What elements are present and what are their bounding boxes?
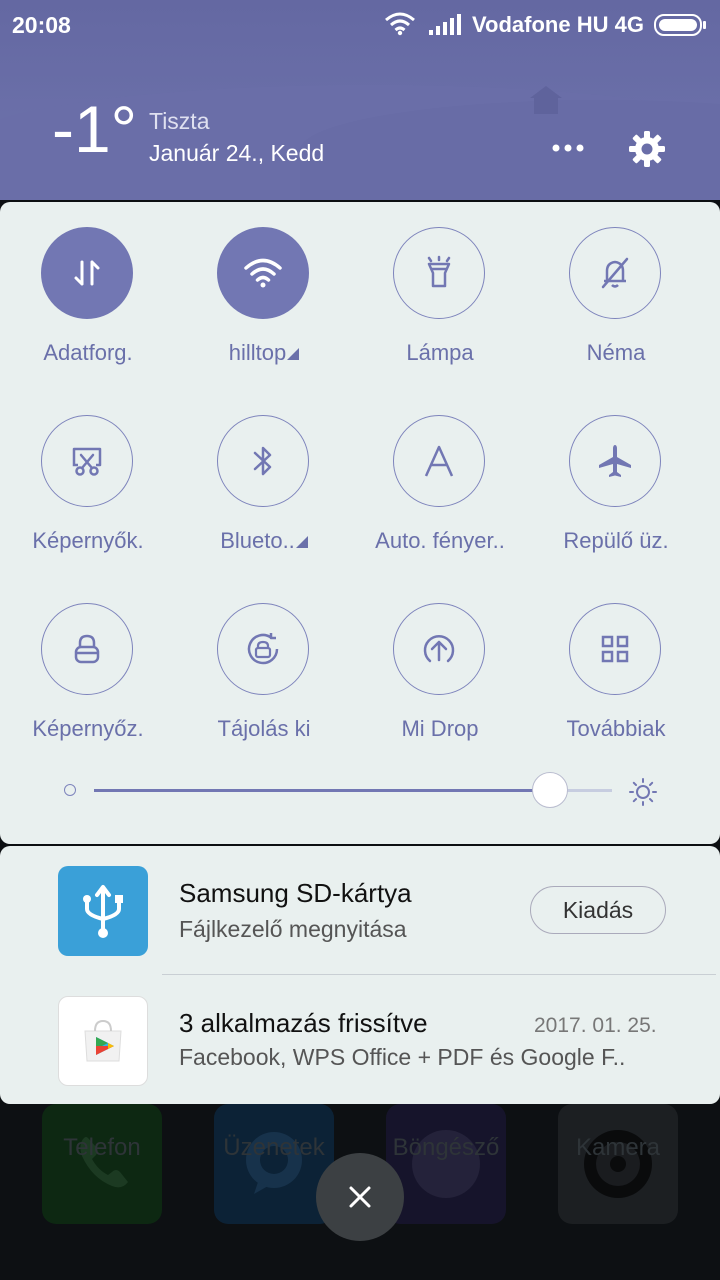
tile-rotation-lock[interactable]: Tájolás ki <box>176 578 352 748</box>
screenshot-icon <box>72 447 102 476</box>
tile-label: Lámpa <box>406 340 474 365</box>
brightness-slider-thumb[interactable] <box>531 772 568 808</box>
tile-label-text: hilltop <box>228 340 287 365</box>
tile-label: Továbbiak <box>566 716 666 741</box>
tile-mobile-data[interactable]: Adatforg. <box>0 202 176 372</box>
tile-bluetooth[interactable]: Blueto.. <box>176 390 352 560</box>
wifi-icon <box>244 258 282 288</box>
quick-settings-panel: Adatforg. hilltop Lámpa Néma Képernyők. … <box>0 202 720 844</box>
status-bar: 20:08 Vodafone HU 4G <box>0 0 720 50</box>
tile-circle[interactable] <box>569 603 661 695</box>
play-store-icon <box>58 996 148 1086</box>
tile-more[interactable]: Továbbiak <box>528 578 704 748</box>
mi-drop-icon <box>423 635 455 663</box>
tile-circle[interactable] <box>217 603 309 695</box>
tile-wifi[interactable]: hilltop <box>176 202 352 372</box>
tile-circle[interactable] <box>41 227 133 319</box>
notification-subtitle: Facebook, WPS Office + PDF és Google F.. <box>179 1044 626 1070</box>
notification-title: Samsung SD-kártya <box>179 878 412 908</box>
house-silhouette-icon <box>530 86 562 114</box>
status-time: 20:08 <box>12 12 71 38</box>
brightness-max-sun-icon <box>629 778 657 806</box>
brightness-slider[interactable] <box>94 772 612 808</box>
notification-list: Samsung SD-kártya Fájlkezelő megnyitása … <box>0 846 720 1104</box>
tile-label: Adatforg. <box>43 340 133 365</box>
tile-circle[interactable] <box>569 415 661 507</box>
tile-label: Auto. fényer.. <box>375 528 505 553</box>
weather-date: Január 24., Kedd <box>149 140 325 166</box>
tile-circle[interactable] <box>217 227 309 319</box>
weather-condition: Tiszta <box>149 108 210 134</box>
bell-off-icon <box>601 257 629 289</box>
notification-divider <box>162 974 716 975</box>
expand-triangle-icon <box>295 536 308 548</box>
weather-temperature: -1° <box>52 92 138 166</box>
tile-silent[interactable]: Néma <box>528 202 704 372</box>
notification-header: 20:08 Vodafone HU 4G -1° Tiszta Január 2… <box>0 0 720 200</box>
browser-app-icon <box>386 1104 506 1224</box>
settings-gear-icon[interactable] <box>626 128 668 170</box>
data-transfer-icon <box>74 260 100 286</box>
tile-flashlight[interactable]: Lámpa <box>352 202 528 372</box>
rotation-lock-icon <box>247 633 279 665</box>
tile-circle[interactable] <box>41 603 133 695</box>
tile-label: Mi Drop <box>401 716 479 741</box>
dock-label-camera: Kamera <box>575 1134 661 1161</box>
tile-label: hilltop <box>176 340 352 366</box>
tile-label: Tájolás ki <box>217 716 311 741</box>
dock-label-phone: Telefon <box>63 1134 141 1161</box>
more-options-icon[interactable] <box>548 130 588 166</box>
usb-icon <box>58 866 148 956</box>
dock-label-messages: Üzenetek <box>223 1134 325 1161</box>
tile-label: Blueto.. <box>176 528 352 554</box>
tile-airplane-mode[interactable]: Repülő üz. <box>528 390 704 560</box>
tile-label: Képernyőz. <box>32 716 144 741</box>
tile-label-text: Blueto.. <box>220 528 295 553</box>
carrier-name: Vodafone HU 4G <box>472 12 644 37</box>
dock-label-browser: Böngésző <box>392 1134 500 1161</box>
battery-icon <box>654 14 706 36</box>
airplane-icon <box>599 445 631 477</box>
tile-mi-drop[interactable]: Mi Drop <box>352 578 528 748</box>
notification-subtitle: Fájlkezelő megnyitása <box>179 916 407 942</box>
close-notifications-button[interactable] <box>316 1153 404 1241</box>
eject-button[interactable]: Kiadás <box>530 886 666 934</box>
notification-title: 3 alkalmazás frissítve <box>179 1008 428 1038</box>
tile-circle[interactable] <box>393 415 485 507</box>
phone-app-icon <box>42 1104 162 1224</box>
brightness-min-icon <box>64 784 76 796</box>
close-icon <box>349 1186 371 1208</box>
notification-date: 2017. 01. 25. <box>534 1014 657 1037</box>
tile-auto-brightness[interactable]: Auto. fényer.. <box>352 390 528 560</box>
tile-label: Képernyők. <box>32 528 144 553</box>
tile-circle[interactable] <box>393 603 485 695</box>
expand-triangle-icon <box>287 348 300 360</box>
tile-label: Néma <box>586 340 646 365</box>
bluetooth-icon <box>253 446 272 476</box>
tile-screenshot[interactable]: Képernyők. <box>0 390 176 560</box>
tile-circle[interactable] <box>41 415 133 507</box>
wifi-status-icon <box>385 12 415 36</box>
auto-brightness-icon <box>424 445 454 477</box>
lock-icon <box>74 634 100 664</box>
signal-strength-icon <box>429 14 461 35</box>
brightness-slider-fill <box>94 789 550 792</box>
tile-circle[interactable] <box>393 227 485 319</box>
grid-icon <box>601 635 629 663</box>
flashlight-icon <box>427 255 451 288</box>
tile-label: Repülő üz. <box>563 528 669 553</box>
camera-app-icon <box>558 1104 678 1224</box>
tile-circle[interactable] <box>217 415 309 507</box>
tile-circle[interactable] <box>569 227 661 319</box>
tile-screen-lock[interactable]: Képernyőz. <box>0 578 176 748</box>
